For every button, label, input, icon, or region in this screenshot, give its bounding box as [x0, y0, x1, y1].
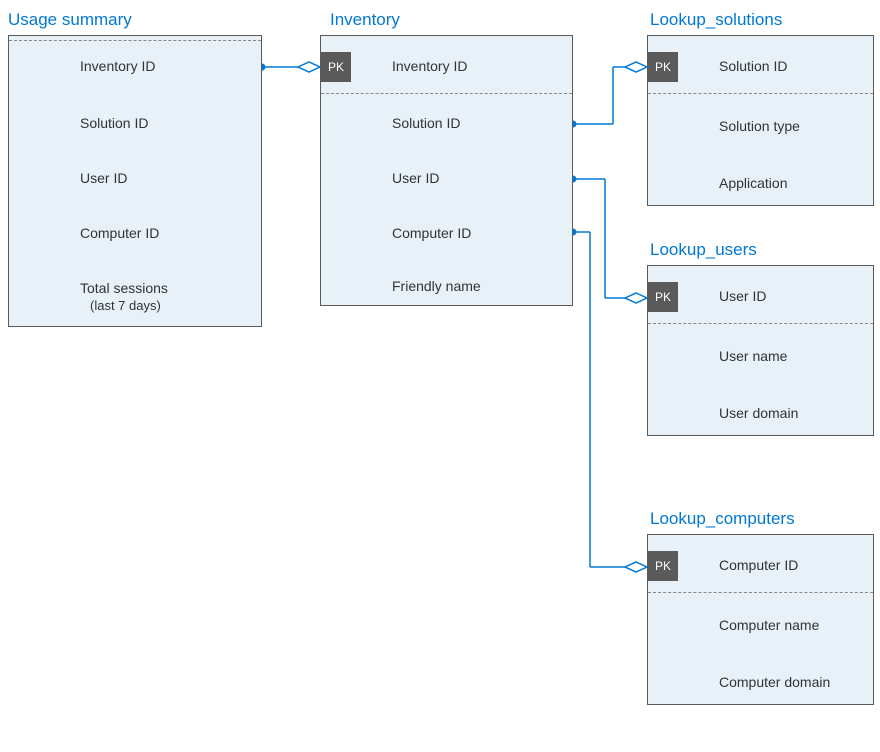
field-label: Computer ID — [719, 557, 798, 573]
field-label: User ID — [392, 170, 439, 186]
field-label: Computer name — [719, 617, 819, 633]
field-label: Solution ID — [392, 115, 460, 131]
dashed-separator — [648, 592, 873, 593]
entity-title-usage-summary: Usage summary — [8, 10, 132, 30]
dashed-separator — [648, 323, 873, 324]
entity-title-lookup-computers: Lookup_computers — [650, 509, 795, 529]
field-label: Computer ID — [392, 225, 471, 241]
entity-box-inventory — [320, 35, 573, 306]
field-label: Inventory ID — [80, 58, 155, 74]
field-label: Friendly name — [392, 278, 481, 294]
field-label: User name — [719, 348, 787, 364]
field-label: Total sessions — [80, 280, 168, 296]
dashed-separator — [321, 93, 572, 94]
field-label: Solution ID — [80, 115, 148, 131]
dashed-separator — [9, 40, 261, 41]
pk-badge: PK — [648, 52, 678, 82]
field-label: User domain — [719, 405, 798, 421]
field-label: User ID — [80, 170, 127, 186]
entity-title-lookup-users: Lookup_users — [650, 240, 757, 260]
field-label: Solution type — [719, 118, 800, 134]
field-label: Solution ID — [719, 58, 787, 74]
field-sublabel: (last 7 days) — [90, 298, 161, 313]
field-label: Computer domain — [719, 674, 830, 690]
entity-title-inventory: Inventory — [330, 10, 400, 30]
field-label: Inventory ID — [392, 58, 467, 74]
pk-badge: PK — [648, 282, 678, 312]
pk-badge: PK — [648, 551, 678, 581]
pk-badge: PK — [321, 52, 351, 82]
dashed-separator — [648, 93, 873, 94]
field-label: Computer ID — [80, 225, 159, 241]
field-label: User ID — [719, 288, 766, 304]
field-label: Application — [719, 175, 788, 191]
entity-title-lookup-solutions: Lookup_solutions — [650, 10, 782, 30]
